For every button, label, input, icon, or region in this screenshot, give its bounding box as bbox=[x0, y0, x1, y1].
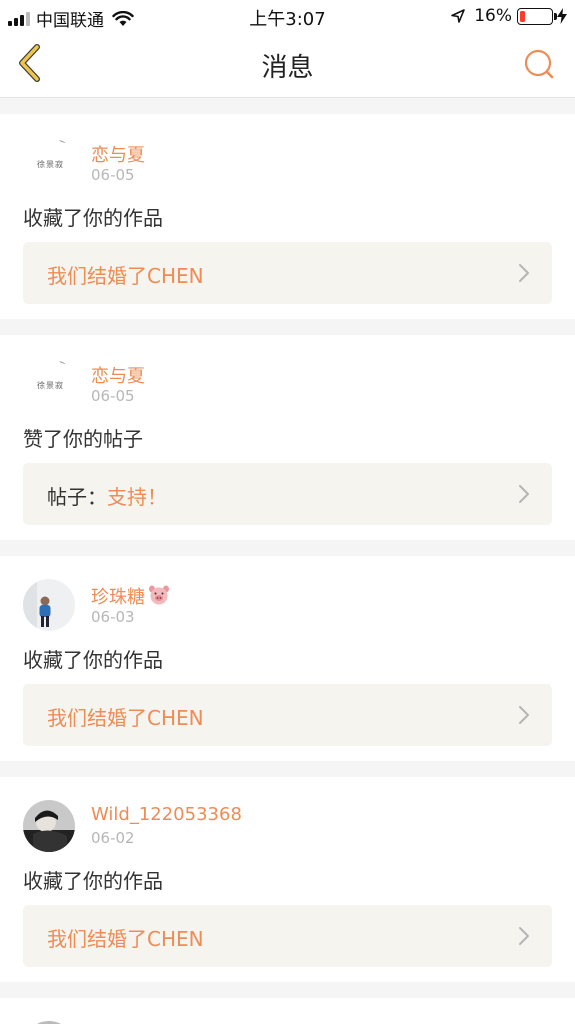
carrier-label: 中国联通 bbox=[36, 11, 104, 31]
username-text: 恋与夏 bbox=[91, 145, 145, 166]
logo-mark bbox=[58, 361, 66, 367]
action-text: 收藏了你的作品 bbox=[23, 648, 163, 672]
username[interactable]: 珍珠糖 bbox=[91, 583, 170, 609]
chevron-left-icon bbox=[19, 44, 40, 82]
back-button[interactable] bbox=[10, 43, 50, 83]
username[interactable]: 恋与夏 bbox=[91, 141, 145, 167]
avatar-logo-text: 徐景寂 bbox=[37, 381, 64, 390]
content-link[interactable]: 我们结婚了CHEN bbox=[23, 905, 552, 967]
status-bar: 中国联通 上午3:07 16% bbox=[0, 0, 575, 32]
username-text: 恋与夏 bbox=[91, 366, 145, 387]
wifi-icon bbox=[112, 10, 134, 26]
content-link-label: 我们结婚了CHEN bbox=[47, 702, 204, 731]
charging-bolt-icon bbox=[557, 8, 567, 24]
link-prefix: 帖子： bbox=[47, 485, 107, 509]
content-link-title: 支持！ bbox=[107, 485, 167, 509]
signal-icon bbox=[8, 11, 30, 26]
message-list: 徐景寂 恋与夏 06-05 收藏了你的作品 我们结婚了CHEN 徐景寂 恋与夏 … bbox=[0, 98, 575, 1024]
battery-fill bbox=[520, 10, 525, 22]
user-avatar[interactable]: 徐景寂 bbox=[23, 358, 75, 410]
content-link-title: 我们结婚了CHEN bbox=[47, 927, 204, 951]
content-link[interactable]: 我们结婚了CHEN bbox=[23, 242, 552, 304]
username[interactable]: Wild_122053368 bbox=[91, 804, 242, 825]
content-link-label: 帖子：支持！ bbox=[47, 481, 167, 510]
user-avatar[interactable] bbox=[23, 800, 75, 852]
content-link-label: 我们结婚了CHEN bbox=[47, 923, 204, 952]
battery-icon bbox=[517, 7, 557, 25]
message-card[interactable]: Wild_122053368 06-02 收藏了你的作品 我们结婚了CHEN bbox=[0, 777, 575, 982]
content-link[interactable]: 帖子：支持！ bbox=[23, 463, 552, 525]
message-date: 06-03 bbox=[91, 608, 135, 626]
username-text: 珍珠糖 bbox=[91, 587, 145, 608]
action-text: 赞了你的帖子 bbox=[23, 427, 143, 451]
message-card[interactable]: 珍珠糖 06-03 收藏了你的作品 我们结婚了CHEN bbox=[0, 556, 575, 761]
message-date: 06-05 bbox=[91, 166, 135, 184]
message-card-partial[interactable] bbox=[0, 998, 575, 1024]
status-right: 16% bbox=[450, 6, 567, 26]
status-left: 中国联通 bbox=[8, 6, 134, 31]
avatar-photo bbox=[23, 579, 75, 631]
search-icon[interactable] bbox=[521, 46, 557, 82]
chevron-right-icon bbox=[519, 264, 529, 282]
message-date: 06-05 bbox=[91, 387, 135, 405]
location-arrow-icon bbox=[451, 9, 466, 23]
user-avatar[interactable] bbox=[23, 579, 75, 631]
logo-mark bbox=[58, 140, 66, 146]
message-card[interactable]: 徐景寂 恋与夏 06-05 赞了你的帖子 帖子：支持！ bbox=[0, 335, 575, 540]
action-text: 收藏了你的作品 bbox=[23, 869, 163, 893]
username-text: Wild_122053368 bbox=[91, 804, 242, 825]
page-title: 消息 bbox=[261, 53, 314, 83]
pig-face-icon bbox=[149, 585, 169, 605]
message-card[interactable]: 徐景寂 恋与夏 06-05 收藏了你的作品 我们结婚了CHEN bbox=[0, 114, 575, 319]
chevron-right-icon bbox=[519, 706, 529, 724]
nav-bar: 消息 bbox=[0, 32, 575, 98]
avatar-photo bbox=[23, 800, 75, 852]
chevron-right-icon bbox=[519, 485, 529, 503]
chevron-right-icon bbox=[519, 927, 529, 945]
content-link-title: 我们结婚了CHEN bbox=[47, 264, 204, 288]
user-avatar[interactable]: 徐景寂 bbox=[23, 137, 75, 189]
content-link-label: 我们结婚了CHEN bbox=[47, 260, 204, 289]
message-date: 06-02 bbox=[91, 829, 135, 847]
avatar-logo-text: 徐景寂 bbox=[37, 160, 64, 169]
username[interactable]: 恋与夏 bbox=[91, 362, 145, 388]
content-link[interactable]: 我们结婚了CHEN bbox=[23, 684, 552, 746]
action-text: 收藏了你的作品 bbox=[23, 206, 163, 230]
battery-percent: 16% bbox=[474, 6, 512, 26]
content-link-title: 我们结婚了CHEN bbox=[47, 706, 204, 730]
